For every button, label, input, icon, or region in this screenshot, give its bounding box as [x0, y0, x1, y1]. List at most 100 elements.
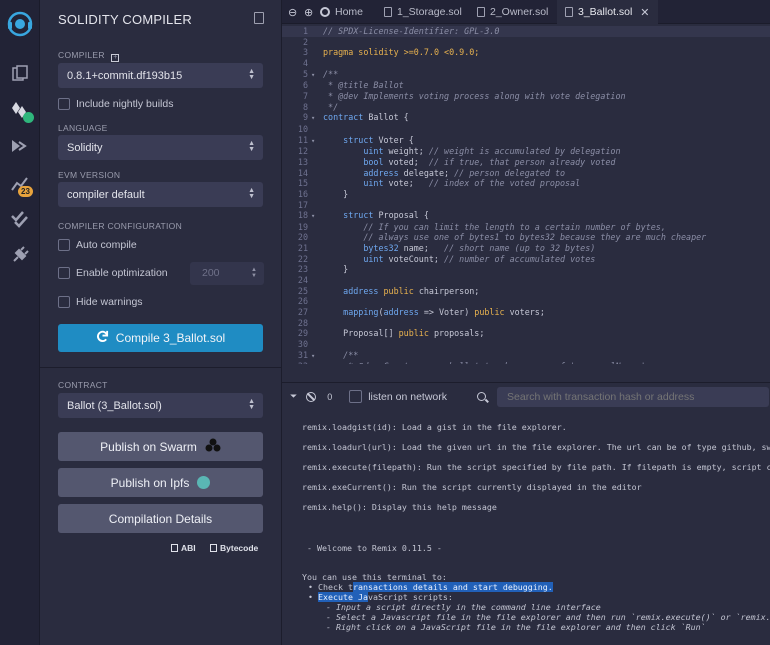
optimization-runs-input[interactable]: 200 ▲ ▼ [190, 262, 264, 285]
remix-logo-icon[interactable] [6, 10, 34, 38]
code-token: public [398, 328, 429, 339]
tab-owner-label: 2_Owner.sol [490, 6, 549, 18]
documentation-icon[interactable] [254, 12, 264, 24]
clear-terminal-icon[interactable] [306, 391, 317, 402]
transaction-search-input[interactable] [497, 386, 770, 407]
help-line: remix.loadgist(id): Load a gist in the f… [302, 422, 567, 432]
file-explorer-icon[interactable] [8, 62, 32, 86]
include-nightly-checkbox[interactable] [58, 98, 70, 110]
code-token: } [323, 264, 349, 275]
line-number: 27 [297, 307, 308, 318]
line-number: 18 [297, 210, 308, 221]
enable-optimization-checkbox[interactable] [58, 267, 70, 279]
contract-value: Ballot (3_Ballot.sol) [67, 399, 162, 412]
terminal-output[interactable]: remix.loadgist(id): Load a gist in the f… [282, 410, 770, 645]
code-token: voteCount; [383, 253, 445, 264]
compiler-configuration-label: COMPILER CONFIGURATION [58, 221, 183, 231]
code-token: * @dev Implements voting process along w… [323, 90, 626, 101]
hide-warnings-checkbox[interactable] [58, 296, 70, 308]
panel-divider [40, 367, 282, 368]
compile-button[interactable]: Compile 3_Ballot.sol [58, 324, 263, 352]
stepper-icon: ▲ ▼ [251, 267, 257, 279]
code-editor[interactable]: 1 // SPDX-License-Identifier: GPL-3.0 2 3 p… [282, 24, 770, 364]
code-line: 8 */ [282, 102, 706, 113]
line-number: 1 [302, 26, 308, 36]
code-token: chairperson; [413, 285, 480, 296]
line-number: 11 [297, 134, 308, 145]
publish-swarm-button[interactable]: Publish on Swarm [58, 432, 263, 461]
testing-icon[interactable] [8, 207, 32, 231]
code-token: contract [323, 112, 364, 123]
code-token: // if true, that person already voted [428, 156, 616, 167]
tab-home-label: Home [335, 6, 364, 18]
collapse-terminal-icon[interactable]: ⏷ [290, 391, 297, 402]
code-token: /** [323, 68, 339, 79]
plugin-manager-icon[interactable] [8, 243, 32, 267]
line-number: 14 [297, 167, 308, 178]
code-token: struct [343, 210, 374, 221]
tab-storage[interactable]: 1_Storage.sol [384, 0, 462, 24]
code-token: // number of accumulated votes [444, 253, 596, 264]
evm-version-select[interactable]: compiler default ▲ ▼ [58, 182, 263, 207]
add-compiler-icon[interactable]: + [111, 54, 120, 62]
file-icon [565, 7, 573, 17]
listen-network-checkbox[interactable] [349, 390, 363, 403]
code-line: 26 [282, 296, 706, 307]
publish-swarm-label: Publish on Swarm [100, 439, 197, 454]
bytecode-label: Bytecode [220, 543, 259, 553]
language-label: LANGUAGE [58, 123, 108, 133]
evm-version-label: EVM VERSION [58, 170, 121, 180]
publish-ipfs-button[interactable]: Publish on Ipfs [58, 468, 263, 497]
deploy-run-icon[interactable] [8, 134, 32, 158]
contract-select[interactable]: Ballot (3_Ballot.sol) ▲ ▼ [58, 393, 263, 418]
line-number: 10 [297, 123, 308, 134]
tab-home[interactable]: Home [320, 0, 363, 24]
line-number: 24 [297, 275, 308, 286]
abi-link[interactable]: ABI [171, 543, 196, 553]
compiler-version-select[interactable]: 0.8.1+commit.df193b15 ▲ ▼ [58, 63, 263, 88]
zoom-out-icon[interactable]: ⊖ [288, 0, 297, 24]
line-number: 12 [297, 146, 308, 157]
selected-text: ransactions details and start debugging. [352, 582, 553, 592]
compile-button-label: Compile 3_Ballot.sol [115, 331, 226, 345]
code-line: 27 mapping(address => Voter) public vote… [282, 307, 706, 318]
help-line: remix.execute(filepath): Run the script … [302, 462, 770, 472]
close-tab-icon[interactable]: ✕ [640, 6, 649, 19]
auto-compile-checkbox[interactable] [58, 239, 70, 251]
code-line: 22 uint voteCount; // number of accumula… [282, 254, 706, 265]
code-token: => Voter) [418, 307, 475, 318]
line-number: 22 [297, 253, 308, 264]
code-line: 32 * @dev Create a new ballot to choose … [282, 361, 706, 364]
code-token: * @title Ballot [323, 80, 404, 91]
help-line: remix.help(): Display this help message [302, 502, 497, 512]
tab-ballot[interactable]: 3_Ballot.sol ✕ [557, 0, 658, 24]
line-number: 23 [297, 264, 308, 275]
code-line: 4 [282, 58, 706, 69]
analysis-icon[interactable]: 23 [8, 172, 33, 197]
code-line: 19 // If you can limit the length to a c… [282, 222, 706, 233]
code-line: 23 } [282, 264, 706, 275]
zoom-in-icon[interactable]: ⊕ [304, 0, 313, 24]
code-token: address [343, 285, 379, 296]
code-token: uint [363, 178, 384, 189]
solidity-compiler-icon[interactable] [8, 98, 34, 123]
code-line: 5 ▾/** [282, 69, 706, 81]
language-select[interactable]: Solidity ▲ ▼ [58, 135, 263, 160]
auto-compile-label: Auto compile [76, 239, 137, 251]
code-line: 13 bool voted; // if true, that person a… [282, 157, 706, 168]
line-number: 17 [297, 199, 308, 210]
welcome-message: - Welcome to Remix 0.11.5 - [302, 543, 442, 553]
line-number: 3 [302, 47, 308, 58]
tab-owner[interactable]: 2_Owner.sol [477, 0, 548, 24]
line-number: 25 [297, 285, 308, 296]
compilation-details-button[interactable]: Compilation Details [58, 504, 263, 533]
panel-title: SOLIDITY COMPILER [58, 12, 192, 27]
bytecode-link[interactable]: Bytecode [210, 543, 258, 553]
line-number: 6 [302, 80, 308, 91]
code-token: vote; [383, 178, 429, 189]
code-line: 31 ▾ /** [282, 350, 706, 362]
code-token: // always use one of bytes1 to bytes32 b… [323, 232, 707, 243]
